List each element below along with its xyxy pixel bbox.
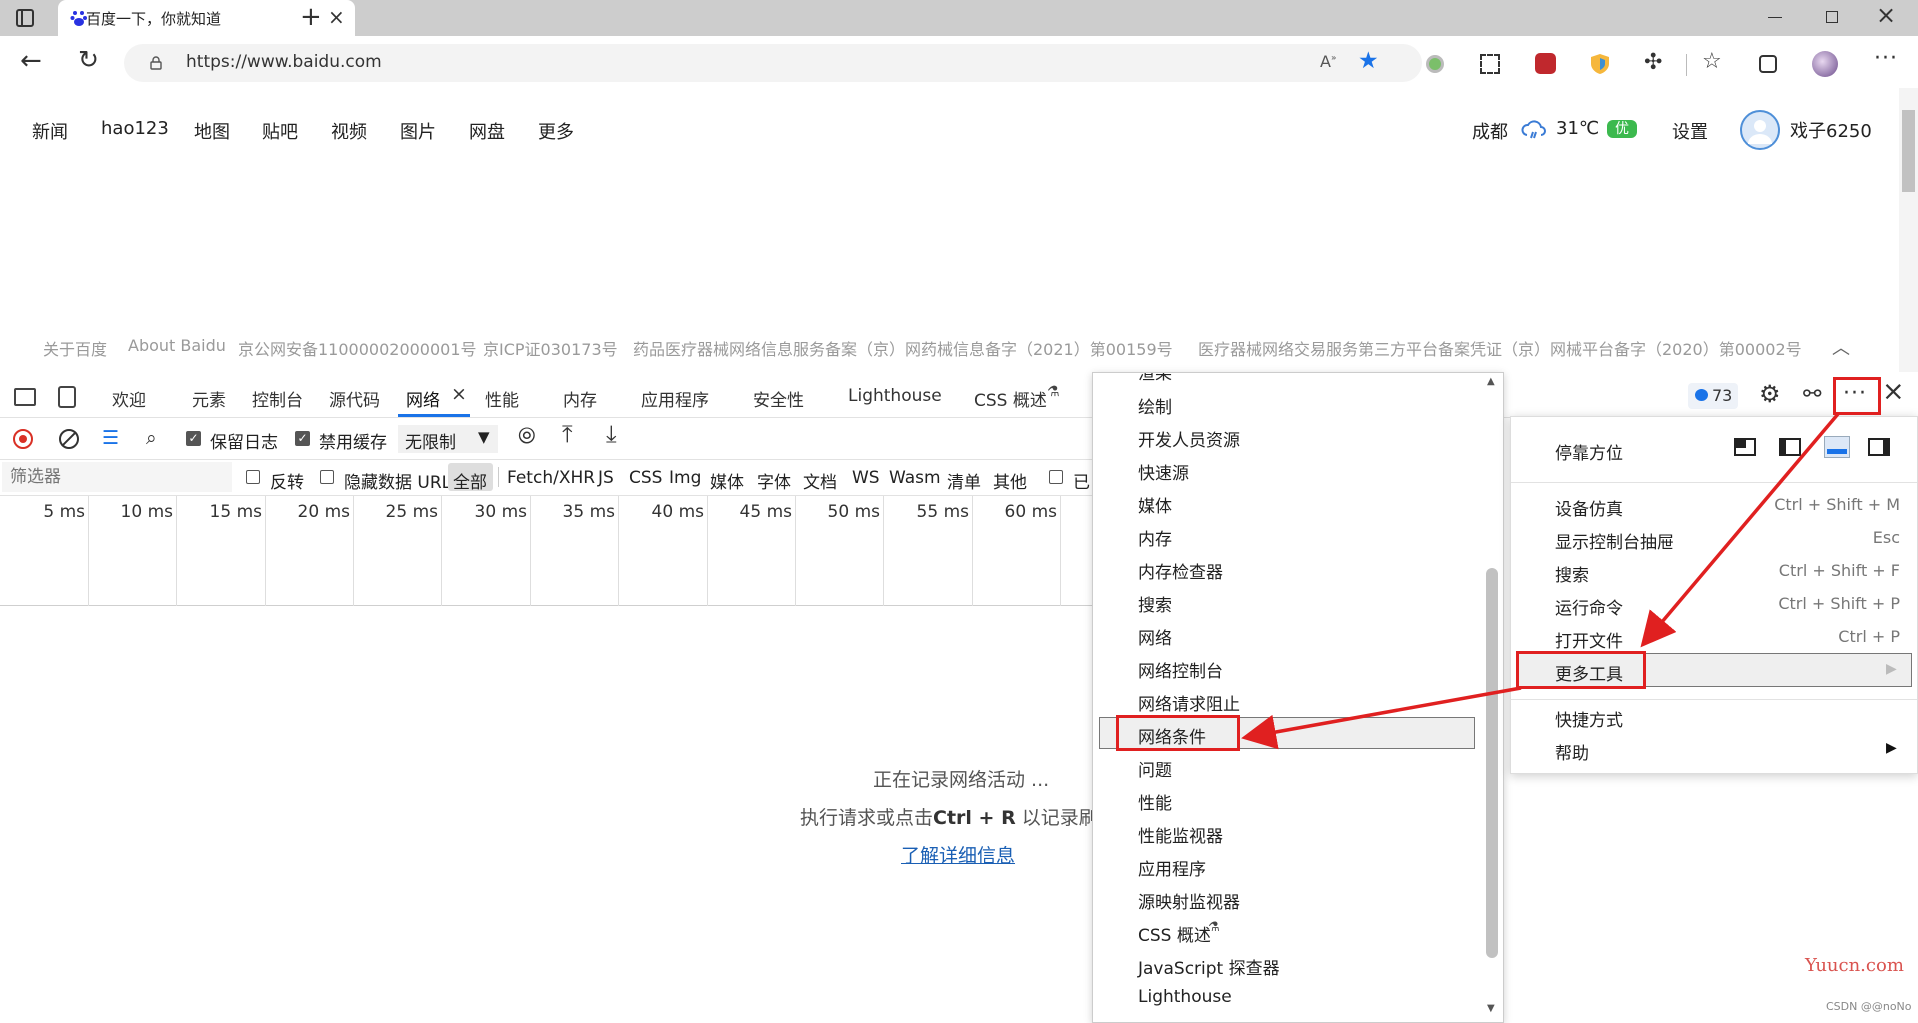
annotation-arrow-to-more-tools: [1640, 412, 1840, 648]
annotation-arrows: [1241, 412, 1840, 750]
annotation-arrow-to-network-conditions: [1241, 686, 1522, 750]
watermark-credit: CSDN @@noNo: [1826, 1000, 1912, 1013]
watermark-site: Yuucn.com: [1805, 955, 1904, 976]
